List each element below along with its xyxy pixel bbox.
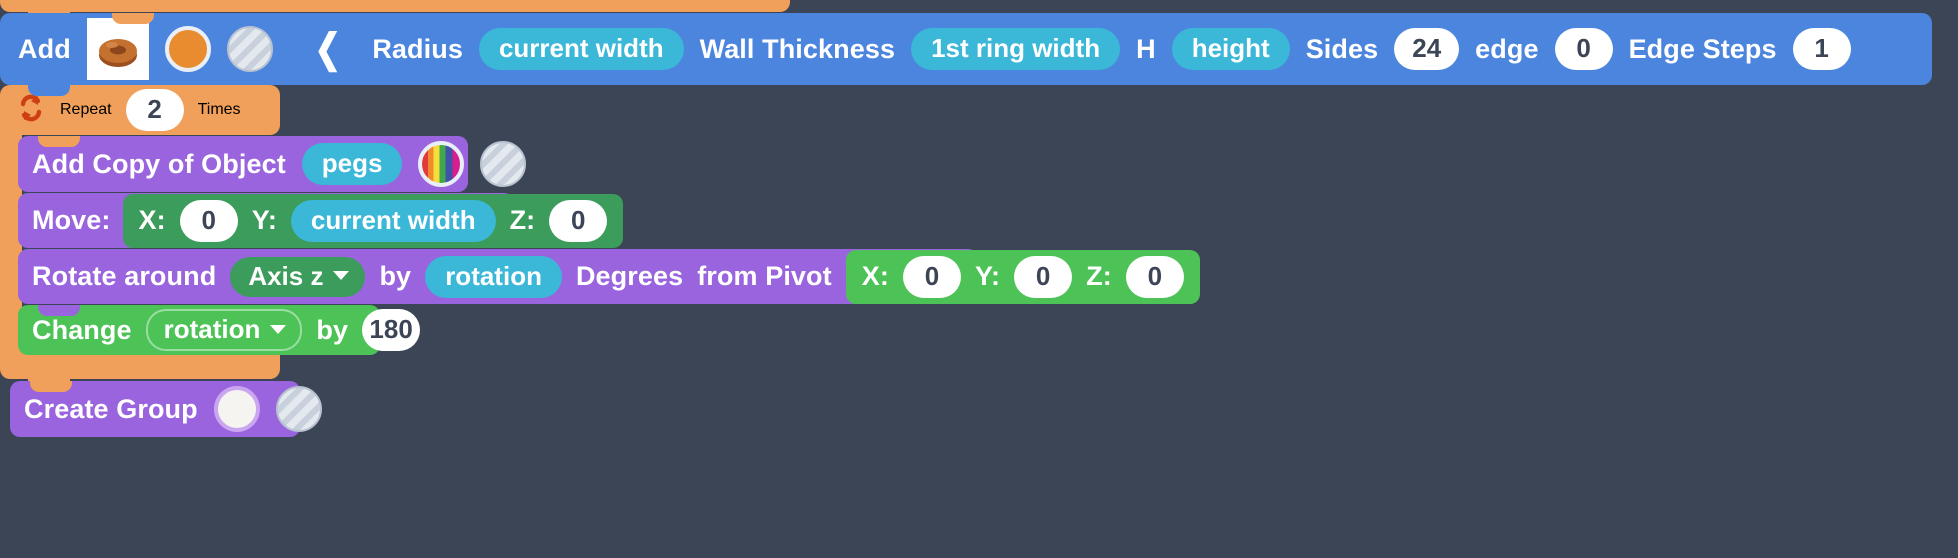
pivot-z-label: Z: (1086, 261, 1112, 291)
rotate-pivot-subblock[interactable]: X: 0 Y: 0 Z: 0 (845, 249, 1200, 304)
wall-thickness-label: Wall Thickness (699, 33, 896, 64)
add-copy-of-object-block[interactable]: Add Copy of Object pegs (18, 136, 527, 192)
loop-icon (16, 94, 46, 127)
create-group-block[interactable]: Create Group (10, 381, 322, 437)
move-x-input[interactable]: 0 (179, 199, 238, 242)
add-block-label: Add (18, 33, 71, 64)
hatched-material-swatch-group[interactable] (275, 386, 322, 432)
rotate-by-label: by (379, 261, 412, 291)
hatched-material-swatch[interactable] (226, 26, 273, 72)
rotate-degrees-label: Degrees (575, 261, 684, 291)
pivot-x-label: X: (861, 261, 889, 291)
rainbow-color-swatch[interactable] (418, 141, 465, 187)
repeat-label: Repeat (60, 101, 112, 118)
edge-input[interactable]: 0 (1554, 28, 1613, 70)
torus-thumbnail[interactable] (86, 18, 149, 80)
rotate-axis-value: Axis z (248, 260, 324, 291)
rotate-pivot-label: from Pivot (697, 261, 832, 291)
height-label: H (1136, 33, 1156, 64)
move-y-value[interactable]: current width (290, 199, 496, 242)
chevron-down-icon-change (270, 324, 287, 334)
move-y-label: Y: (251, 205, 277, 235)
change-variable-value: rotation (163, 314, 261, 344)
orange-color-swatch[interactable] (164, 26, 211, 72)
repeat-block-footer[interactable] (0, 353, 280, 389)
radius-value[interactable]: current width (478, 28, 684, 70)
pivot-x-input[interactable]: 0 (902, 255, 961, 298)
pivot-z-input[interactable]: 0 (1125, 255, 1184, 298)
change-label: Change (32, 314, 132, 345)
rotate-label: Rotate around (32, 261, 217, 291)
add-copy-object-value[interactable]: pegs (301, 143, 403, 185)
block-editor-canvas: Add ❮ Radius current width Wall Thicknes… (0, 0, 1958, 558)
rotate-around-block[interactable]: Rotate around Axis z by rotation Degrees… (18, 249, 1200, 304)
add-copy-label: Add Copy of Object (32, 148, 286, 179)
height-value[interactable]: height (1171, 28, 1290, 70)
chevron-left-icon[interactable]: ❮ (314, 29, 341, 69)
pivot-y-label: Y: (974, 261, 1001, 291)
wall-thickness-value[interactable]: 1st ring width (911, 28, 1121, 70)
repeat-times-label: Times (197, 101, 241, 118)
move-block[interactable]: Move: X: 0 Y: current width Z: 0 (18, 193, 624, 248)
move-label: Move: (32, 205, 111, 235)
rotate-amount-value[interactable]: rotation (425, 255, 562, 298)
edge-steps-label: Edge Steps (1628, 33, 1777, 64)
create-group-label: Create Group (24, 393, 198, 424)
repeat-block-header[interactable]: Repeat 2 Times (0, 85, 280, 135)
change-value-input[interactable]: 180 (362, 309, 421, 351)
add-object-block[interactable]: Add ❮ Radius current width Wall Thicknes… (0, 13, 1932, 85)
change-variable-dropdown[interactable]: rotation (145, 309, 303, 351)
change-by-label: by (316, 314, 349, 345)
white-color-swatch[interactable] (213, 386, 260, 432)
edge-steps-input[interactable]: 1 (1792, 28, 1851, 70)
move-z-input[interactable]: 0 (549, 199, 608, 242)
repeat-count-input[interactable]: 2 (125, 89, 184, 131)
hatched-material-swatch-copy[interactable] (480, 141, 527, 187)
pivot-y-input[interactable]: 0 (1014, 255, 1073, 298)
radius-label: Radius (372, 33, 463, 64)
change-variable-block[interactable]: Change rotation by 180 (18, 305, 421, 355)
rotate-axis-dropdown[interactable]: Axis z (230, 256, 366, 297)
preceding-repeat-block-tail[interactable] (0, 0, 790, 22)
move-x-label: X: (138, 205, 166, 235)
move-z-label: Z: (509, 205, 536, 235)
move-vector-subblock[interactable]: X: 0 Y: current width Z: 0 (122, 193, 624, 248)
chevron-down-icon (333, 271, 350, 280)
sides-input[interactable]: 24 (1394, 28, 1460, 70)
edge-label: edge (1475, 33, 1539, 64)
sides-label: Sides (1305, 33, 1379, 64)
